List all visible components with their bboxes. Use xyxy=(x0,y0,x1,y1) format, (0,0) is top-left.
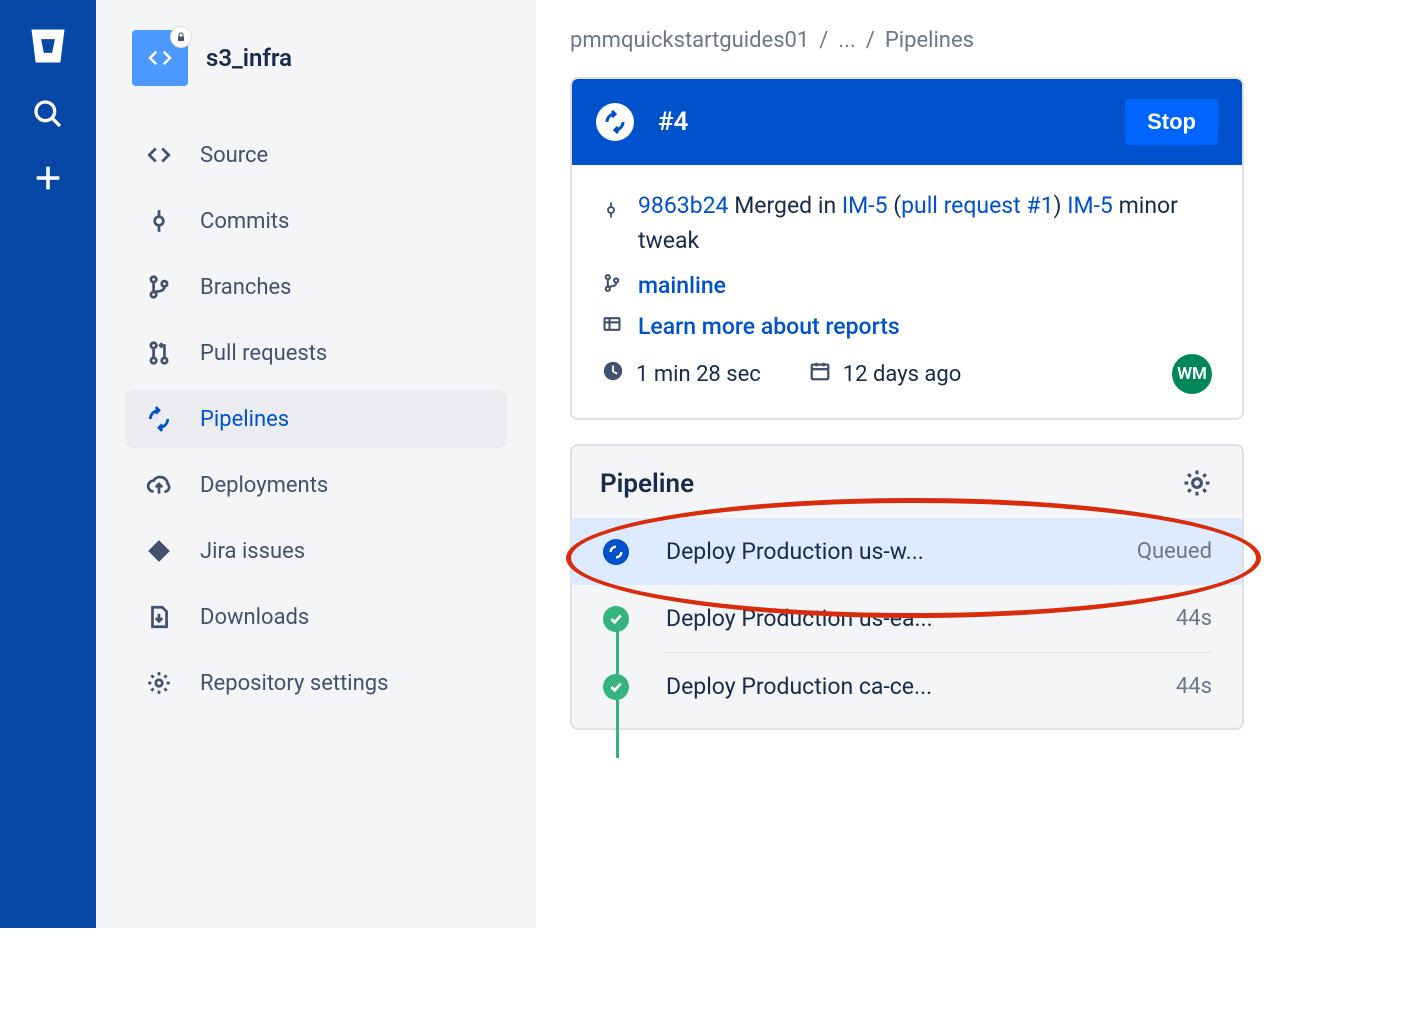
branch-icon xyxy=(146,274,172,300)
create-icon[interactable] xyxy=(30,160,66,196)
step-duration: 44s xyxy=(1176,674,1212,699)
main-content: pmmquickstartguides01 / ... / Pipelines … xyxy=(536,0,1278,928)
download-icon xyxy=(146,604,172,630)
clock-icon xyxy=(602,360,624,388)
build-panel: #4 Stop 9863b24 Merged in IM-5 (pull req… xyxy=(570,77,1244,420)
branch-icon xyxy=(602,272,622,299)
bitbucket-logo[interactable] xyxy=(26,24,70,68)
repo-icon xyxy=(132,30,188,86)
step-status-text: Queued xyxy=(1137,539,1212,564)
breadcrumb: pmmquickstartguides01 / ... / Pipelines xyxy=(570,28,1244,53)
lock-icon xyxy=(170,26,192,48)
pipeline-step[interactable]: Deploy Production us-w... Queued xyxy=(572,518,1242,585)
commit-issue-link[interactable]: IM-5 xyxy=(1067,192,1113,219)
commit-line: 9863b24 Merged in IM-5 (pull request #1)… xyxy=(602,189,1212,258)
sidebar-item-label: Source xyxy=(200,143,268,168)
pipeline-step[interactable]: Deploy Production ca-ce... 44s xyxy=(572,653,1242,720)
sidebar-item-label: Pull requests xyxy=(200,341,327,366)
search-icon[interactable] xyxy=(30,96,66,132)
sidebar-item-label: Pipelines xyxy=(200,407,289,432)
pipeline-title: Pipeline xyxy=(600,469,694,499)
breadcrumb-ellipsis[interactable]: ... xyxy=(838,28,855,53)
branch-line: mainline xyxy=(602,272,1212,299)
pipeline-steps: Deploy Production us-w... Queued Deploy … xyxy=(572,518,1242,720)
sidebar-item-pipelines[interactable]: Pipelines xyxy=(126,390,506,448)
build-body: 9863b24 Merged in IM-5 (pull request #1)… xyxy=(572,165,1242,418)
sidebar-item-label: Branches xyxy=(200,275,292,300)
repo-header[interactable]: s3_infra xyxy=(132,30,506,86)
build-number: #4 xyxy=(658,107,1125,137)
cloud-upload-icon xyxy=(146,472,172,498)
sidebar-item-jira-issues[interactable]: Jira issues xyxy=(126,522,506,580)
commit-text: 9863b24 Merged in IM-5 (pull request #1)… xyxy=(638,189,1212,258)
sidebar: s3_infra Source Commits Branches Pull re… xyxy=(96,0,536,928)
commit-pr-link[interactable]: pull request #1 xyxy=(901,192,1053,219)
sidebar-item-pull-requests[interactable]: Pull requests xyxy=(126,324,506,382)
running-status-icon xyxy=(603,539,629,565)
calendar-icon xyxy=(809,360,831,388)
sidebar-item-repository-settings[interactable]: Repository settings xyxy=(126,654,506,712)
avatar[interactable]: WM xyxy=(1172,354,1212,394)
breadcrumb-separator: / xyxy=(819,28,828,53)
timestamp: 12 days ago xyxy=(843,362,962,387)
commit-branch-link[interactable]: IM-5 xyxy=(842,192,888,219)
sidebar-item-deployments[interactable]: Deployments xyxy=(126,456,506,514)
meta-line: 1 min 28 sec 12 days ago WM xyxy=(602,354,1212,394)
stop-button[interactable]: Stop xyxy=(1125,99,1218,145)
step-duration: 44s xyxy=(1176,606,1212,631)
breadcrumb-current: Pipelines xyxy=(885,28,974,53)
step-name: Deploy Production us-w... xyxy=(666,538,1137,565)
gear-icon xyxy=(146,670,172,696)
commit-hash-link[interactable]: 9863b24 xyxy=(638,192,728,219)
sidebar-item-label: Jira issues xyxy=(200,539,305,564)
sidebar-item-label: Repository settings xyxy=(200,671,389,696)
reports-link[interactable]: Learn more about reports xyxy=(638,313,900,340)
commit-icon xyxy=(602,195,622,230)
sidebar-item-label: Deployments xyxy=(200,473,328,498)
pipelines-icon xyxy=(146,406,172,432)
reports-line: Learn more about reports xyxy=(602,313,1212,340)
sidebar-item-commits[interactable]: Commits xyxy=(126,192,506,250)
breadcrumb-workspace[interactable]: pmmquickstartguides01 xyxy=(570,28,809,53)
sidebar-nav: Source Commits Branches Pull requests Pi… xyxy=(126,126,506,712)
build-header: #4 Stop xyxy=(572,79,1242,165)
code-icon xyxy=(146,142,172,168)
sidebar-item-branches[interactable]: Branches xyxy=(126,258,506,316)
step-name: Deploy Production ca-ce... xyxy=(666,673,1176,700)
pull-request-icon xyxy=(146,340,172,366)
breadcrumb-separator: / xyxy=(866,28,875,53)
sidebar-item-label: Downloads xyxy=(200,605,309,630)
sidebar-item-label: Commits xyxy=(200,209,289,234)
branch-link[interactable]: mainline xyxy=(638,272,726,299)
step-name: Deploy Production us-ea... xyxy=(666,605,1176,632)
gear-icon[interactable] xyxy=(1182,468,1214,500)
sidebar-item-source[interactable]: Source xyxy=(126,126,506,184)
sidebar-item-downloads[interactable]: Downloads xyxy=(126,588,506,646)
repo-name: s3_infra xyxy=(206,44,292,72)
pipeline-header: Pipeline xyxy=(572,446,1242,518)
global-nav xyxy=(0,0,96,928)
reports-icon xyxy=(602,313,622,340)
jira-icon xyxy=(146,538,172,564)
running-icon xyxy=(596,103,634,141)
commit-icon xyxy=(146,208,172,234)
pipeline-panel: Pipeline Deploy Production us-w... Queue… xyxy=(570,444,1244,730)
pipeline-step[interactable]: Deploy Production us-ea... 44s xyxy=(572,585,1242,652)
duration: 1 min 28 sec xyxy=(636,362,761,387)
success-status-icon xyxy=(603,606,629,632)
success-status-icon xyxy=(603,674,629,700)
